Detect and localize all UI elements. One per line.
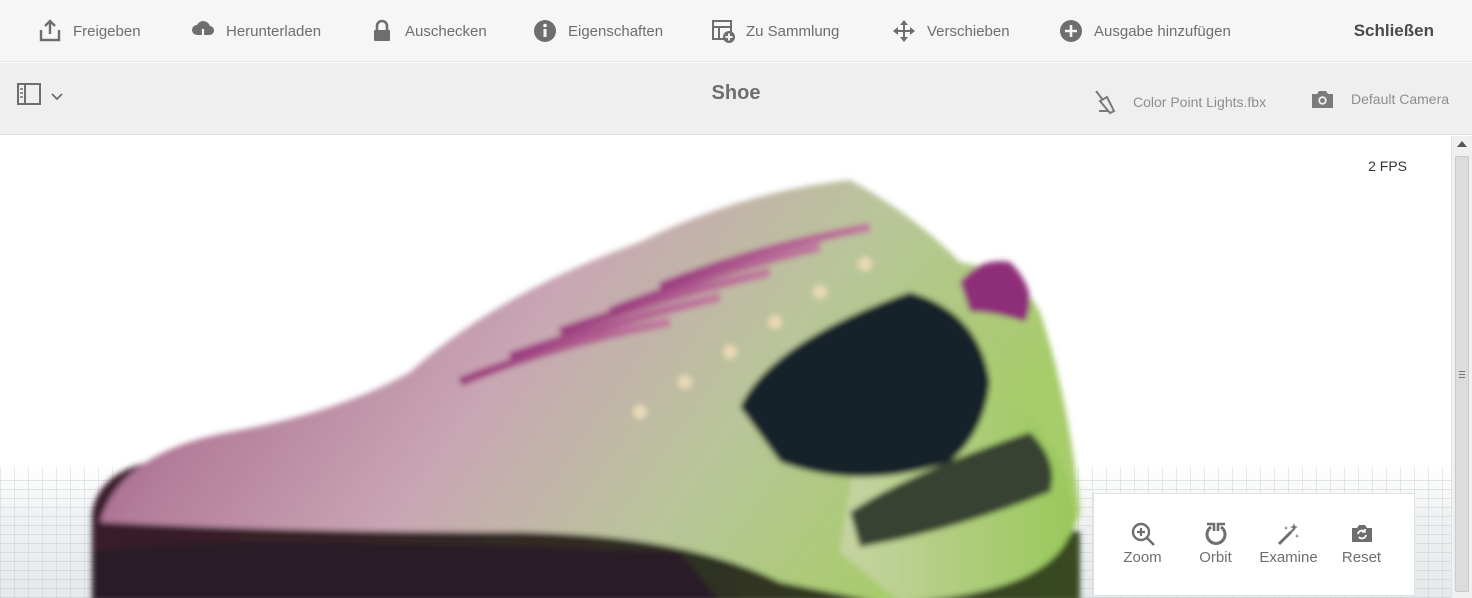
download-label: Herunterladen: [226, 22, 322, 40]
orbit-label: Orbit: [1199, 549, 1232, 566]
examine-icon: [1276, 521, 1302, 547]
cloud-download-icon: [190, 18, 216, 44]
orbit-button[interactable]: Orbit: [1179, 494, 1252, 595]
add-circle-icon: [1058, 18, 1084, 44]
share-button[interactable]: Freigeben: [37, 0, 141, 62]
add-rendition-button[interactable]: Ausgabe hinzufügen: [1058, 0, 1231, 62]
reset-label: Reset: [1341, 549, 1382, 566]
scrollbar-thumb[interactable]: [1455, 156, 1469, 592]
share-icon: [37, 18, 63, 44]
zoom-in-icon: [1130, 521, 1156, 547]
grip-icon: [1459, 371, 1465, 378]
add-to-collection-label: Zu Sammlung: [746, 22, 840, 40]
move-button[interactable]: Verschieben: [891, 0, 1010, 62]
action-bar: Freigeben Herunterladen Auschecken Eigen…: [0, 0, 1472, 62]
camera-icon: [1310, 89, 1335, 109]
lights-selector[interactable]: Color Point Lights.fbx: [1093, 89, 1266, 115]
light-icon: [1093, 89, 1117, 115]
examine-button[interactable]: Examine: [1252, 494, 1325, 595]
add-to-collection-button[interactable]: Zu Sammlung: [710, 0, 839, 62]
camera-selector[interactable]: Default Camera: [1310, 89, 1449, 109]
vertical-scrollbar[interactable]: [1451, 136, 1472, 598]
zoom-button[interactable]: Zoom: [1106, 494, 1179, 595]
fps-counter: 2 FPS: [1368, 158, 1407, 174]
properties-button[interactable]: Eigenschaften: [532, 0, 663, 62]
properties-label: Eigenschaften: [568, 22, 664, 40]
checkout-button[interactable]: Auschecken: [369, 0, 487, 62]
scroll-up-arrow-icon[interactable]: [1457, 141, 1467, 147]
info-icon: [532, 18, 558, 44]
reset-camera-icon: [1349, 521, 1375, 547]
move-icon: [891, 18, 917, 44]
share-label: Freigeben: [73, 22, 141, 40]
checkout-label: Auschecken: [405, 22, 487, 40]
move-label: Verschieben: [927, 22, 1010, 40]
camera-controls-panel: Zoom Orbit Examine Reset: [1093, 493, 1415, 596]
close-button[interactable]: Schließen: [1354, 0, 1434, 62]
add-rendition-label: Ausgabe hinzufügen: [1094, 22, 1231, 40]
shoe-model: [92, 180, 1080, 598]
title-bar: Shoe Color Point Lights.fbx Default Came…: [0, 63, 1472, 135]
examine-label: Examine: [1259, 549, 1318, 566]
orbit-icon: [1203, 521, 1229, 547]
download-button[interactable]: Herunterladen: [190, 0, 321, 62]
lights-label: Color Point Lights.fbx: [1133, 94, 1267, 110]
lock-icon: [369, 18, 395, 44]
reset-button[interactable]: Reset: [1325, 494, 1398, 595]
camera-label: Default Camera: [1351, 91, 1450, 107]
zoom-label: Zoom: [1123, 549, 1162, 566]
add-to-collection-icon: [710, 18, 736, 44]
